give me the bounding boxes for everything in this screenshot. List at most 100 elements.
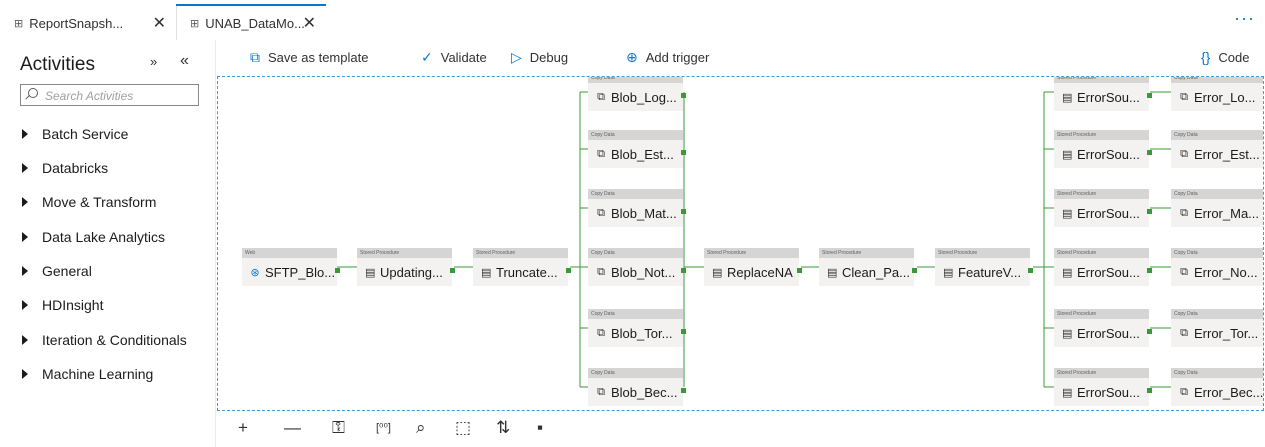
copy-data-icon: ⧉ [1180,90,1188,103]
activity-node-stored-procedure[interactable]: Stored Procedure ▤ ReplaceNA [704,248,802,286]
category-iteration-conditionals[interactable]: Iteration & Conditionals [22,330,187,350]
activity-node-stored-procedure[interactable]: Stored Procedure ▤ ErrorSou... [1054,368,1152,406]
category-databricks[interactable]: Databricks [22,158,108,178]
more-options-icon[interactable]: ··· [1234,8,1255,29]
activity-node-stored-procedure[interactable]: Stored Procedure ▤ ErrorSou... [1054,189,1152,227]
activity-node-copy-data[interactable]: Copy Data ⧉ Blob_Est... [588,130,686,168]
success-port[interactable] [1147,329,1152,334]
code-icon: {} [1201,49,1211,65]
zoom-fit-icon[interactable]: ⌕ [416,418,426,438]
success-port[interactable] [335,268,340,273]
stored-procedure-icon: ▤ [712,266,723,279]
node-label: ErrorSou... [1077,264,1140,280]
activity-node-copy-data[interactable]: Copy Data ⧉ Error_Est... [1171,130,1263,168]
node-label: Error_Ma... [1194,205,1260,221]
tab-unab-datamodel[interactable]: ⊞ UNAB_DataMo... ✕ [176,4,326,40]
success-port[interactable] [1147,268,1152,273]
activity-node-copy-data[interactable]: Copy Data ⧉ Blob_Tor... [588,309,686,347]
activity-node-copy-data[interactable]: Copy Data ⧉ Blob_Bec... [588,368,686,406]
node-label: ErrorSou... [1077,325,1140,341]
success-port[interactable] [1147,209,1152,214]
activity-node-stored-procedure[interactable]: Stored Procedure ▤ FeatureV... [935,248,1033,286]
activity-node-copy-data[interactable]: Copy Data ⧉ Blob_Log... [588,77,686,111]
select-icon[interactable]: ⬚ [455,418,471,438]
success-port[interactable] [912,268,917,273]
category-move-transform[interactable]: Move & Transform [22,192,156,212]
node-type-label: Stored Procedure [704,248,799,258]
debug-label: Debug [529,50,569,65]
success-port[interactable] [681,268,686,273]
node-label: Clean_Pa... [842,264,910,280]
search-box[interactable] [20,84,199,106]
category-hdinsight[interactable]: HDInsight [22,295,103,315]
activity-node-copy-data[interactable]: Copy Data ⧉ Error_Bec... [1171,368,1264,406]
stored-procedure-icon: ▤ [1062,207,1073,220]
activity-node-stored-procedure[interactable]: Stored Procedure ▤ Clean_Pa... [819,248,917,286]
stored-procedure-icon: ▤ [481,266,492,279]
activity-node-stored-procedure[interactable]: Stored Procedure ▤ Updating... [357,248,455,286]
activity-node-copy-data[interactable]: Copy Data ⧉ Error_No... [1171,248,1263,286]
activity-node-stored-procedure[interactable]: Stored Procedure ▤ ErrorSou... [1054,309,1152,347]
pipeline-canvas[interactable]: Web ⊛ SFTP_Blo... Stored Procedure ▤ Updat… [217,76,1264,411]
success-port[interactable] [1147,150,1152,155]
node-label: Blob_Mat... [611,205,677,221]
layout-icon[interactable]: ▪ [537,418,543,438]
close-icon[interactable]: ✕ [303,13,316,33]
stored-procedure-icon: ▤ [1062,386,1073,399]
collapse-all-icon[interactable]: » [150,54,157,69]
success-port[interactable] [450,268,455,273]
category-data-lake-analytics[interactable]: Data Lake Analytics [22,227,165,247]
success-port[interactable] [681,150,686,155]
node-label: Error_No... [1194,264,1258,280]
close-icon[interactable]: ✕ [153,13,166,33]
hide-panel-icon[interactable]: « [180,52,189,70]
success-port[interactable] [681,209,686,214]
save-as-template-button[interactable]: ⧉ Save as template [250,49,368,66]
caret-right-icon [22,197,28,207]
activity-node-copy-data[interactable]: Copy Data ⧉ Error_Lo... [1171,77,1263,111]
node-type-label: Copy Data [588,368,683,378]
success-port[interactable] [681,329,686,334]
play-icon: ▷ [511,49,522,65]
node-label: Error_Bec... [1194,384,1264,400]
activity-node-copy-data[interactable]: Copy Data ⧉ Error_Tor... [1171,309,1263,347]
activity-node-copy-data[interactable]: Copy Data ⧉ Error_Ma... [1171,189,1263,227]
success-port[interactable] [797,268,802,273]
caret-right-icon [22,129,28,139]
activity-node-web[interactable]: Web ⊛ SFTP_Blo... [242,248,340,286]
pipeline-links [337,91,1171,388]
category-general[interactable]: General [22,261,92,281]
tab-bar: ⊞ ReportSnapsh... ✕ ⊞ UNAB_DataMo... ✕ ·… [0,0,1265,40]
activity-node-stored-procedure[interactable]: Stored Procedure ▤ Truncate... [473,248,571,286]
activity-node-stored-procedure[interactable]: Stored Procedure ▤ ErrorSou... [1054,130,1152,168]
success-port[interactable] [1028,268,1033,273]
success-port[interactable] [1147,388,1152,393]
node-type-label: Stored Procedure [473,248,568,258]
debug-button[interactable]: ▷ Debug [511,49,568,66]
zoom-in-icon[interactable]: + [238,418,248,438]
category-label: Move & Transform [42,194,157,210]
tab-reportsnapshot[interactable]: ⊞ ReportSnapsh... ✕ [0,6,177,40]
category-batch-service[interactable]: Batch Service [22,124,128,144]
success-port[interactable] [566,268,571,273]
add-trigger-button[interactable]: ⊕ Add trigger [626,49,709,66]
stored-procedure-icon: ▤ [1062,91,1073,104]
category-machine-learning[interactable]: Machine Learning [22,364,153,384]
activity-node-copy-data[interactable]: Copy Data ⧉ Blob_Not... [588,248,686,286]
search-activities-input[interactable] [43,87,197,105]
zoom-100-icon[interactable]: [⁰⁰] [376,421,391,434]
activity-node-stored-procedure[interactable]: Stored Procedure ▤ ErrorSou... [1054,248,1152,286]
lock-icon[interactable]: ⚿ [332,418,345,438]
activity-node-stored-procedure[interactable]: Stored Procedure ▤ ErrorSou... [1054,77,1152,111]
success-port[interactable] [1147,93,1152,98]
activity-node-copy-data[interactable]: Copy Data ⧉ Blob_Mat... [588,189,686,227]
success-port[interactable] [681,93,686,98]
node-label: ErrorSou... [1077,146,1140,162]
zoom-out-icon[interactable]: — [284,418,301,438]
canvas-zoom-controls: + — ⚿ [⁰⁰] ⌕ ⬚ ⇅ ▪ [230,412,590,447]
auto-align-icon[interactable]: ⇅ [496,418,510,438]
validate-button[interactable]: ✓ Validate [421,49,487,66]
pipeline-icon: ⊞ [190,17,200,30]
success-port[interactable] [681,388,686,393]
code-button[interactable]: {} Code [1201,49,1249,65]
